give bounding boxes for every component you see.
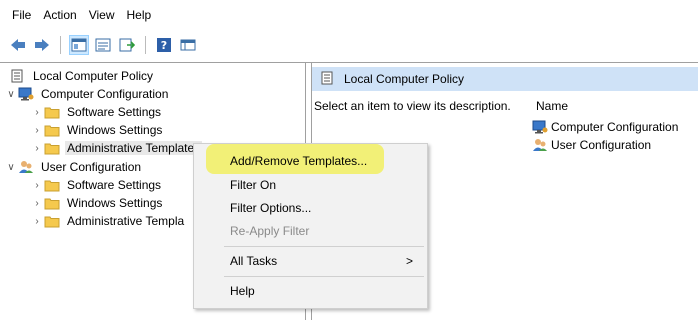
folder-icon <box>44 178 60 192</box>
menu-item-reapply-filter: Re-Apply Filter <box>194 220 427 242</box>
forward-icon[interactable] <box>32 35 52 55</box>
help-icon[interactable]: ? <box>154 35 174 55</box>
show-tree-icon[interactable] <box>69 35 89 55</box>
menu-bar: File Action View Help <box>0 0 698 30</box>
tree-item-label: Computer Configuration <box>41 87 169 101</box>
tree-item-label: Software Settings <box>67 178 162 192</box>
chevron-right-icon[interactable]: › <box>30 143 44 154</box>
tree-item-label: Windows Settings <box>67 123 163 137</box>
chevron-right-icon[interactable]: › <box>30 198 44 209</box>
properties-icon[interactable] <box>93 35 113 55</box>
tree-item-label: Local Computer Policy <box>33 69 154 83</box>
column-header-name[interactable]: Name <box>536 99 568 113</box>
description-text: Select an item to view its description. <box>314 99 511 113</box>
tree-item-software-settings[interactable]: › Software Settings <box>30 103 163 121</box>
chevron-right-icon[interactable]: › <box>30 107 44 118</box>
menu-item-all-tasks[interactable]: All Tasks > <box>194 250 427 272</box>
menu-separator <box>224 276 424 277</box>
menu-item-label: Re-Apply Filter <box>230 224 310 238</box>
users-icon <box>18 160 34 174</box>
folder-icon <box>44 141 60 155</box>
policy-icon <box>10 69 26 83</box>
policy-icon <box>320 71 334 88</box>
tree-item-user-windows-settings[interactable]: › Windows Settings <box>30 194 164 212</box>
menu-item-label: Filter On <box>230 178 277 192</box>
tree-item-local-computer-policy[interactable]: Local Computer Policy <box>10 67 155 85</box>
chevron-right-icon: > <box>405 254 413 268</box>
chevron-down-icon[interactable]: ∨ <box>4 89 18 100</box>
svg-text:?: ? <box>161 39 167 52</box>
chevron-right-icon[interactable]: › <box>30 125 44 136</box>
chevron-right-icon[interactable]: › <box>30 216 44 227</box>
folder-icon <box>44 123 60 137</box>
computer-icon <box>18 87 34 101</box>
list-item-label: Computer Configuration <box>551 120 679 134</box>
chevron-right-icon[interactable]: › <box>30 180 44 191</box>
menu-help[interactable]: Help <box>121 0 158 30</box>
computer-icon <box>532 120 548 134</box>
tree-item-computer-configuration[interactable]: ∨ Computer Configuration <box>4 85 170 103</box>
tree-item-user-configuration[interactable]: ∨ User Configuration <box>4 158 143 176</box>
tree-item-label: Administrative Templa <box>67 214 185 228</box>
tree-item-administrative-templates[interactable]: › Administrative Templates <box>30 139 203 157</box>
menu-file[interactable]: File <box>6 0 37 30</box>
back-icon[interactable] <box>8 35 28 55</box>
details-header: Local Computer Policy <box>312 67 698 91</box>
tree-item-windows-settings[interactable]: › Windows Settings <box>30 121 164 139</box>
menu-item-help[interactable]: Help <box>194 280 427 302</box>
menu-item-filter-options[interactable]: Filter Options... <box>194 197 427 219</box>
export-icon[interactable] <box>117 35 137 55</box>
details-view-icon[interactable] <box>178 35 198 55</box>
folder-icon <box>44 196 60 210</box>
menu-item-label: Filter Options... <box>230 201 312 215</box>
menu-separator <box>224 246 424 247</box>
users-icon <box>532 138 548 152</box>
menu-item-label: Add/Remove Templates... <box>230 154 368 168</box>
menu-view[interactable]: View <box>83 0 121 30</box>
toolbar-separator <box>145 36 146 54</box>
tree-item-label: Software Settings <box>67 105 162 119</box>
list-item-label: User Configuration <box>551 138 652 152</box>
toolbar: ? <box>0 32 698 58</box>
tree-item-label: Administrative Templates <box>65 141 203 155</box>
menu-item-label: Help <box>230 284 255 298</box>
tree-item-label: User Configuration <box>41 160 142 174</box>
chevron-down-icon[interactable]: ∨ <box>4 162 18 173</box>
toolbar-separator <box>60 36 61 54</box>
list-item-user-configuration[interactable]: User Configuration <box>532 137 651 153</box>
list-item-computer-configuration[interactable]: Computer Configuration <box>532 119 678 135</box>
menu-item-filter-on[interactable]: Filter On <box>194 174 427 196</box>
folder-icon <box>44 105 60 119</box>
menu-item-label: All Tasks <box>230 254 278 268</box>
folder-icon <box>44 214 60 228</box>
menu-action[interactable]: Action <box>37 0 82 30</box>
tree-item-user-administrative-templates[interactable]: › Administrative Templa <box>30 212 186 230</box>
details-header-title: Local Computer Policy <box>344 72 465 86</box>
tree-item-user-software-settings[interactable]: › Software Settings <box>30 176 163 194</box>
tree-item-label: Windows Settings <box>67 196 163 210</box>
